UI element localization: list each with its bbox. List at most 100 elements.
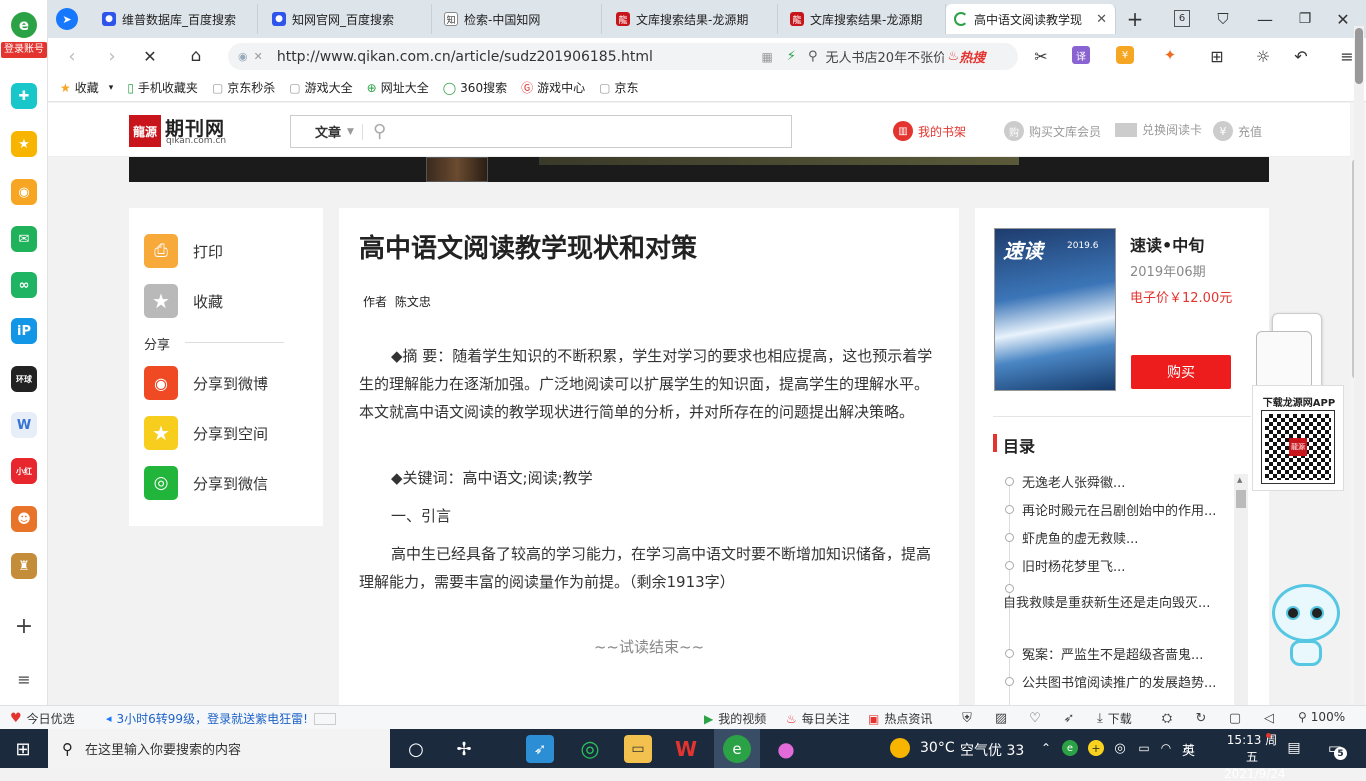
address-bar[interactable]: ◉ ✕ http://www.qikan.com.cn/article/sudz… [228,43,828,70]
promo-ticker[interactable]: ◂ 3小时6转99级，登录就送紫电狂雷! [106,710,336,727]
windows-start-icon[interactable]: ⊞ [12,738,34,760]
task-view-icon[interactable]: ○ [404,737,428,761]
add-app-icon[interactable]: + [11,613,37,639]
navigate-arrow-icon[interactable]: ➤ [56,8,78,30]
plus-app-icon[interactable]: ✚ [11,83,37,109]
stop-loading-icon[interactable]: ✕ [138,44,162,68]
share-qzone-button[interactable]: ★ 分享到空间 [144,416,268,450]
list-item[interactable]: 冤案：严监生不是超级吝啬鬼... [1005,644,1203,663]
login-account-button[interactable]: 登录账号 [1,42,47,58]
tray-green-icon[interactable]: e [1062,740,1078,756]
list-item[interactable]: 公共图书馆阅读推广的发展趋势... [1005,672,1216,691]
pinwheel-app-icon[interactable]: ✢ [452,737,476,761]
browser-scrollbar[interactable] [1354,26,1364,705]
undo-icon[interactable]: ↶ [1290,45,1312,67]
download-link[interactable]: ⤓ 下载 [1097,710,1132,727]
file-explorer-icon[interactable]: ▭ [624,735,652,763]
tab-baidu-cnki[interactable]: ● 知网官网_百度搜索 [264,4,432,34]
browser-taskbar-icon[interactable]: e [723,735,751,763]
restore-icon[interactable]: ❐ [1294,8,1316,30]
bookmark-game-center[interactable]: Ⓖ 游戏中心 [521,79,585,96]
qr-code[interactable]: 龍源 [1261,410,1335,484]
speed-mode-icon[interactable]: ⚡ [787,49,796,64]
volume-icon[interactable]: ◁ [1260,709,1278,727]
longyuan-logo[interactable]: 龍源 [129,115,161,147]
tab-cnki-search[interactable]: 知检索-中国知网 [436,4,602,34]
promo-banner[interactable] [129,157,1269,182]
taskbar-clock[interactable]: 15:13 周五 2021/9/24 [1224,731,1286,781]
list-item[interactable]: 无逸老人张舜徽... [1005,472,1125,491]
app-download-promo[interactable]: 下载龙源网APP 龍源 [1252,313,1344,491]
weather-sun-icon[interactable] [890,738,910,758]
search-scope-select[interactable]: 文章 [315,122,341,141]
wifi-icon[interactable]: ◠ [1158,740,1174,756]
today-picks-link[interactable]: ♥ 今日优选 [10,710,75,727]
toc-scrollbar[interactable]: ▲ [1234,474,1248,705]
game-fox-icon[interactable]: ✦ [1160,46,1180,64]
tv-app-icon[interactable]: 环球 [11,366,37,392]
tab-baidu-weipu[interactable]: ● 维普数据库_百度搜索 [94,4,258,34]
my-video-link[interactable]: ▶ 我的视频 [704,710,766,727]
site-info-icon[interactable]: ◉ [238,50,248,63]
insecure-icon[interactable]: ✕ [254,50,263,63]
forward-arrow-icon[interactable]: › [100,44,124,68]
game-app-icon[interactable]: ☻ [11,506,37,532]
magazine-name[interactable]: 速读•中旬 [1130,232,1204,256]
author-name[interactable]: 陈文忠 [395,295,431,309]
drop-app-icon[interactable]: ● [772,735,800,763]
scroll-up-icon[interactable]: ▲ [1237,476,1242,484]
new-tab-icon[interactable]: + [1124,7,1146,31]
tab-count-badge[interactable]: 6 [1174,10,1190,27]
search-box[interactable]: ⚲ 无人书店20年不张价 ♨ 热搜 [798,43,1018,70]
brightness-icon[interactable]: ☼ [1252,45,1274,67]
qr-code-icon[interactable]: ▦ [761,50,772,64]
favorite-button[interactable]: ★ 收藏 [144,284,223,318]
bookmark-jd[interactable]: ▢ 京东 [599,79,638,96]
hot-search-label[interactable]: 热搜 [959,47,985,66]
cookie-icon[interactable]: ⛭ [1158,709,1176,727]
close-tab-icon[interactable]: ✕ [1096,12,1107,27]
list-item[interactable]: 自我救赎是重获新生还是走向毁灭... [1003,584,1230,613]
search-icon[interactable]: ⚲ [373,121,386,142]
notification-count-badge[interactable]: 5 [1334,747,1347,760]
home-icon[interactable]: ⌂ [184,44,208,68]
coin-icon[interactable]: ¥ [1116,46,1134,64]
game2-app-icon[interactable]: ♜ [11,553,37,579]
taskbar-search-box[interactable]: ⚲ 在这里输入你要搜索的内容 [48,729,390,768]
bookmark-mobile[interactable]: ▯ 手机收藏夹 [127,79,198,96]
recharge-link[interactable]: ¥ 充值 [1213,121,1262,141]
link-app-icon[interactable]: ∞ [11,272,37,298]
toc-scroll-thumb[interactable] [1236,490,1246,508]
tray-plus-icon[interactable]: + [1088,740,1104,756]
image-icon[interactable]: ▨ [992,709,1010,727]
tray-wechat-icon[interactable]: ◎ [1112,740,1128,756]
red-app-icon[interactable]: 小红 [11,458,37,484]
back-arrow-icon[interactable]: ‹ [60,44,84,68]
tab-longyuan-1[interactable]: 龍文库搜索结果-龙源期 [608,4,778,34]
mail-app-icon[interactable]: ✉ [11,226,37,252]
browser-scroll-thumb[interactable] [1355,28,1363,84]
wechat-taskbar-icon[interactable]: ◎ [576,735,604,763]
list-item[interactable]: 旧时杨花梦里飞... [1005,556,1125,575]
shield-icon[interactable]: ⛨ [958,709,976,727]
buy-member-link[interactable]: 购 购买文库会员 [1004,121,1101,141]
bookmark-jd-seckill[interactable]: ▢ 京东秒杀 [212,79,275,96]
window-icon[interactable]: ▢ [1226,709,1244,727]
minimize-icon[interactable]: — [1254,8,1276,30]
rocket-icon[interactable]: ➶ [1060,709,1078,727]
air-quality[interactable]: 空气优 33 [960,740,1024,760]
document-app-icon[interactable]: W [11,412,37,438]
weather-temperature[interactable]: 30°C [920,740,955,756]
tab-current-article[interactable]: 高中语文阅读教学现 ✕ [946,4,1116,34]
grid-apps-icon[interactable]: ⊞ [1206,45,1228,67]
my-bookshelf-link[interactable]: ▥ 我的书架 [893,121,966,141]
refresh-icon[interactable]: ↻ [1192,709,1210,727]
mascot-assistant[interactable] [1268,578,1344,670]
hot-news-link[interactable]: ▣ 热点资讯 [868,710,932,727]
tab-longyuan-2[interactable]: 龍文库搜索结果-龙源期 [782,4,946,34]
browser-logo-icon[interactable]: e [11,12,37,38]
scissors-icon[interactable]: ✂ [1030,45,1052,67]
magazine-cover[interactable]: 速读 2019.6 [994,228,1116,391]
close-window-icon[interactable]: ✕ [1332,8,1354,30]
url-text[interactable]: http://www.qikan.com.cn/article/sudz2019… [277,49,653,65]
